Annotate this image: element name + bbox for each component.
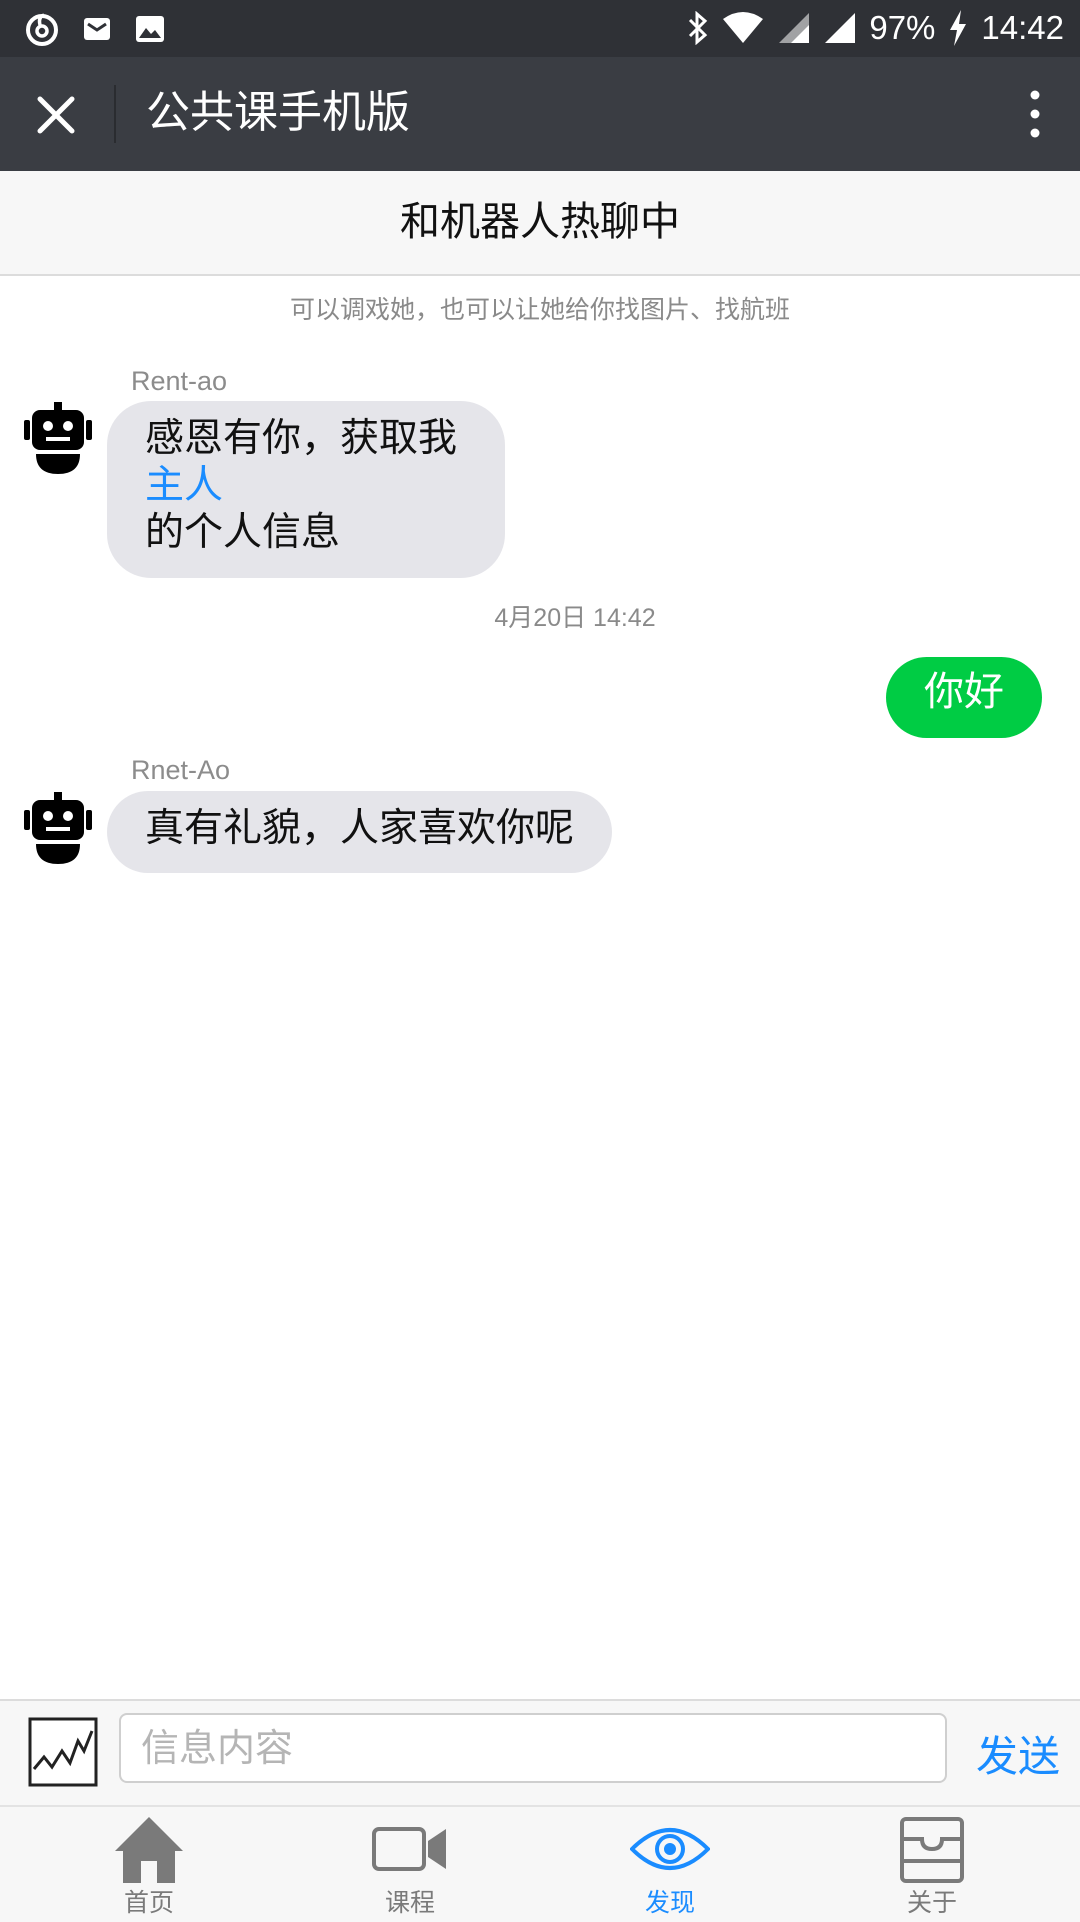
- title-bar: 公共课手机版: [0, 57, 1080, 171]
- box-icon: [900, 1817, 964, 1883]
- chat-header: 和机器人热聊中: [0, 171, 1080, 276]
- video-camera-icon: [372, 1827, 446, 1871]
- bottom-tab-bar: 首页 课程 发现 关于: [0, 1805, 1080, 1922]
- netease-music-icon: [26, 12, 58, 46]
- sender-name: Rnet-Ao: [131, 755, 231, 785]
- signal-icon: [779, 13, 810, 43]
- status-bar: 97% 14:42: [0, 0, 1080, 57]
- signal-icon: [825, 13, 856, 43]
- sender-name: Rent-ao: [131, 366, 228, 396]
- tab-label: 关于: [906, 1888, 957, 1917]
- chat-hint: 可以调戏她，也可以让她给你找图片、找航班: [289, 295, 790, 324]
- image-icon: [136, 15, 164, 42]
- robot-avatar-icon: [24, 402, 92, 474]
- close-icon[interactable]: [30, 89, 82, 141]
- bluetooth-icon: [689, 11, 708, 45]
- page-title: 公共课手机版: [146, 87, 410, 138]
- clock: 14:42: [981, 9, 1064, 46]
- tab-discover[interactable]: 发现: [595, 1807, 745, 1922]
- master-link[interactable]: 主人: [145, 462, 467, 509]
- divider: [114, 85, 116, 143]
- more-options-icon[interactable]: [1020, 87, 1050, 141]
- bot-message-bubble: 感恩有你，获取我 主人 的个人信息: [107, 401, 505, 578]
- chart-toggle-icon[interactable]: [28, 1717, 98, 1787]
- tab-home[interactable]: 首页: [74, 1807, 224, 1922]
- input-bar: 发送: [0, 1699, 1080, 1805]
- message-text: 的个人信息: [145, 510, 341, 555]
- tab-label: 首页: [123, 1888, 174, 1917]
- tab-label: 课程: [384, 1888, 435, 1917]
- robot-avatar-icon: [24, 792, 92, 864]
- message-timestamp: 4月20日 14:42: [494, 604, 656, 632]
- eye-icon: [630, 1828, 710, 1870]
- bot-message-bubble: 真有礼貌，人家喜欢你呢: [107, 791, 613, 873]
- wifi-icon: [723, 12, 764, 43]
- tab-about[interactable]: 关于: [857, 1807, 1007, 1922]
- tab-courses[interactable]: 课程: [335, 1807, 485, 1922]
- send-button[interactable]: 发送: [976, 1723, 1060, 1784]
- charging-icon: [950, 10, 967, 46]
- user-message-bubble: 你好: [886, 657, 1042, 738]
- home-icon: [115, 1817, 183, 1883]
- battery-percent: 97%: [869, 9, 936, 46]
- message-text: 感恩有你，获取我: [145, 416, 458, 461]
- mail-icon: [84, 17, 110, 40]
- message-input[interactable]: [119, 1713, 947, 1783]
- tab-label: 发现: [644, 1888, 695, 1917]
